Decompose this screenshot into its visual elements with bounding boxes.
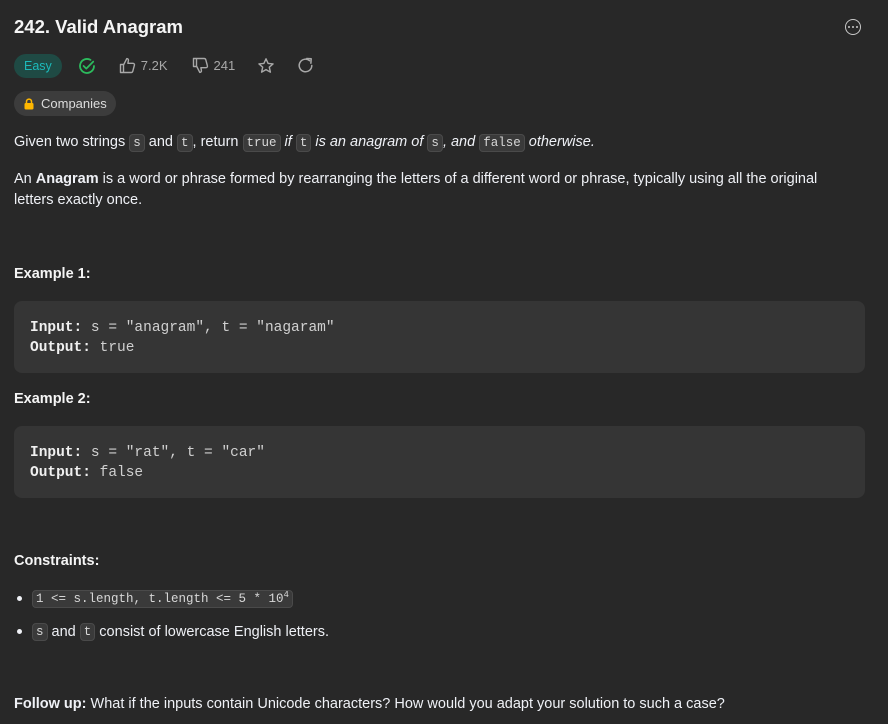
companies-tag[interactable]: Companies xyxy=(14,91,116,116)
output-value: true xyxy=(90,340,135,356)
follow-up: Follow up: What if the inputs contain Un… xyxy=(14,694,854,715)
input-label: Input: xyxy=(30,445,83,461)
constraint-text: and xyxy=(47,623,80,640)
thumbs-down-icon xyxy=(192,57,208,74)
more-options-icon[interactable] xyxy=(845,19,861,35)
follow-up-label: Follow up: xyxy=(14,696,87,712)
thumbs-up-icon xyxy=(119,57,135,74)
inline-code: s xyxy=(129,134,145,152)
input-value: s = "anagram", t = "nagaram" xyxy=(82,320,335,336)
statement-text: , return xyxy=(192,134,243,150)
input-label: Input: xyxy=(30,320,83,336)
problem-meta-bar: Easy 7.2K 241 xyxy=(14,53,314,78)
output-label: Output: xyxy=(30,465,91,481)
bullet-dot xyxy=(17,596,22,601)
difficulty-badge: Easy xyxy=(14,53,62,78)
share-refresh-icon[interactable] xyxy=(297,57,314,74)
inline-code: false xyxy=(479,134,525,152)
output-label: Output: xyxy=(30,340,91,356)
constraint-code-text: 1 <= s.length, t.length <= 5 * 10 xyxy=(36,591,284,606)
statement-text: , and xyxy=(442,134,480,150)
example-1-block: Input: s = "anagram", t = "nagaram" Outp… xyxy=(14,301,865,373)
statement-text: is an anagram of xyxy=(311,134,428,150)
like-button[interactable]: 7.2K xyxy=(119,57,168,74)
dislike-count: 241 xyxy=(213,58,236,73)
exponent: 4 xyxy=(283,589,289,600)
follow-up-text: What if the inputs contain Unicode chara… xyxy=(86,696,725,712)
statement-text: Given two strings xyxy=(14,134,130,150)
constraint-text: consist of lowercase English letters. xyxy=(95,623,329,640)
definition-text: An xyxy=(14,171,36,187)
input-value: s = "rat", t = "car" xyxy=(82,445,265,461)
constraint-item: s and t consist of lowercase English let… xyxy=(14,621,329,642)
inline-code: t xyxy=(79,622,96,641)
statement-text: otherwise. xyxy=(524,134,595,150)
inline-code: s xyxy=(32,622,48,641)
constraint-item: 1 <= s.length, t.length <= 5 * 104 xyxy=(14,588,293,609)
inline-code: t xyxy=(295,134,312,152)
companies-label: Companies xyxy=(41,96,107,111)
solved-check-icon xyxy=(78,57,96,75)
example-2-block: Input: s = "rat", t = "car" Output: fals… xyxy=(14,426,865,498)
output-value: false xyxy=(90,465,144,481)
lock-icon xyxy=(24,97,34,109)
bullet-dot xyxy=(17,629,22,634)
constraints-heading: Constraints: xyxy=(14,553,100,569)
dislike-button[interactable]: 241 xyxy=(192,57,236,74)
problem-title: 242. Valid Anagram xyxy=(14,16,183,37)
inline-code: t xyxy=(177,134,193,152)
example-1-heading: Example 1: xyxy=(14,266,91,282)
statement-text: if xyxy=(280,134,296,150)
inline-code: s xyxy=(427,134,443,152)
like-count: 7.2K xyxy=(140,58,168,73)
definition-text: is a word or phrase formed by rearrangin… xyxy=(14,171,818,208)
constraint-code: 1 <= s.length, t.length <= 5 * 104 xyxy=(32,589,293,608)
problem-statement: Given two strings s and t, return true i… xyxy=(14,132,854,154)
inline-code: true xyxy=(242,134,281,152)
favorite-star-icon[interactable] xyxy=(257,57,275,75)
example-2-heading: Example 2: xyxy=(14,391,91,407)
statement-text: and xyxy=(144,134,178,150)
anagram-definition: An Anagram is a word or phrase formed by… xyxy=(14,169,844,211)
definition-bold: Anagram xyxy=(35,171,99,187)
